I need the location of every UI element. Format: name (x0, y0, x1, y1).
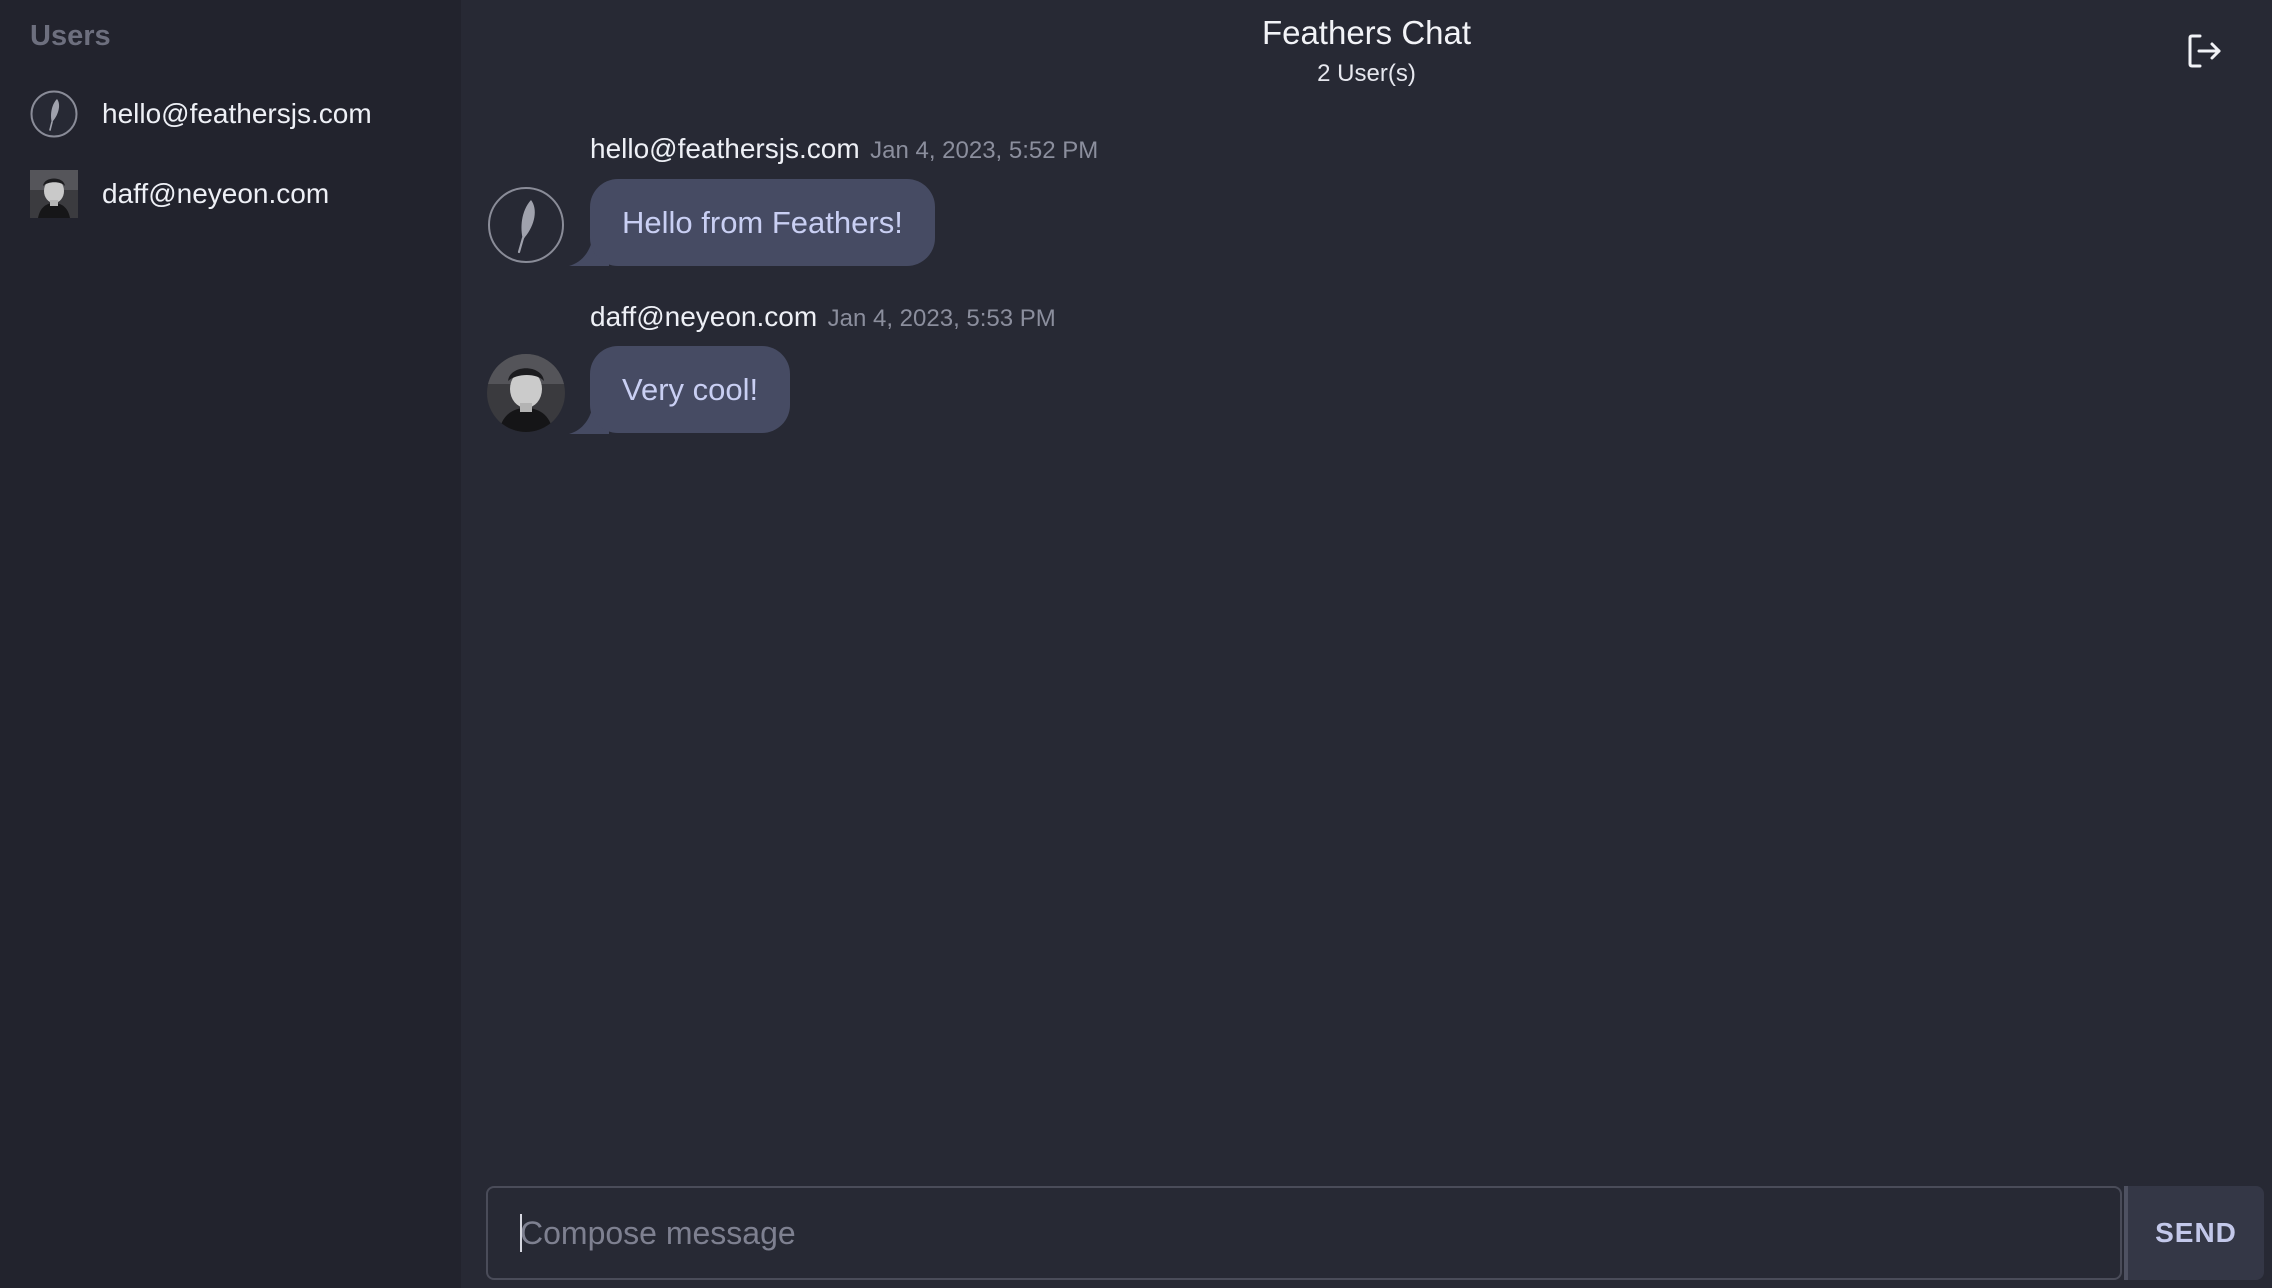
send-button[interactable]: SEND (2124, 1186, 2264, 1280)
chat-app: Users hello@feathersjs.com daff@neyeon.c… (0, 0, 2272, 1288)
message-time: Jan 4, 2023, 5:53 PM (827, 305, 1056, 332)
message-meta: daff@neyeon.com Jan 4, 2023, 5:53 PM (590, 301, 1056, 333)
logout-icon[interactable] (2186, 32, 2224, 70)
text-caret (520, 1214, 522, 1252)
feather-icon (30, 90, 78, 138)
user-email: daff@neyeon.com (102, 178, 330, 209)
users-sidebar: Users hello@feathersjs.com daff@neyeon.c… (0, 0, 461, 1288)
user-count: 2 User(s) (1317, 60, 1416, 87)
user-photo-avatar (487, 354, 565, 432)
compose-message-input[interactable] (486, 1186, 2122, 1280)
user-list-item[interactable]: hello@feathersjs.com (30, 89, 372, 139)
sidebar-title: Users (30, 20, 111, 52)
message-sender: daff@neyeon.com (590, 301, 818, 332)
message-bubble: Hello from Feathers! (590, 179, 935, 266)
user-list-item[interactable]: daff@neyeon.com (30, 169, 329, 219)
user-photo-avatar (30, 170, 78, 218)
message-bubble: Very cool! (590, 346, 791, 433)
feather-icon (488, 187, 564, 263)
user-email: hello@feathersjs.com (102, 98, 372, 129)
message-sender: hello@feathersjs.com (590, 133, 860, 164)
message-meta: hello@feathersjs.com Jan 4, 2023, 5:52 P… (590, 133, 1098, 165)
chat-title: Feathers Chat (1261, 14, 1472, 51)
message-time: Jan 4, 2023, 5:52 PM (870, 137, 1099, 164)
